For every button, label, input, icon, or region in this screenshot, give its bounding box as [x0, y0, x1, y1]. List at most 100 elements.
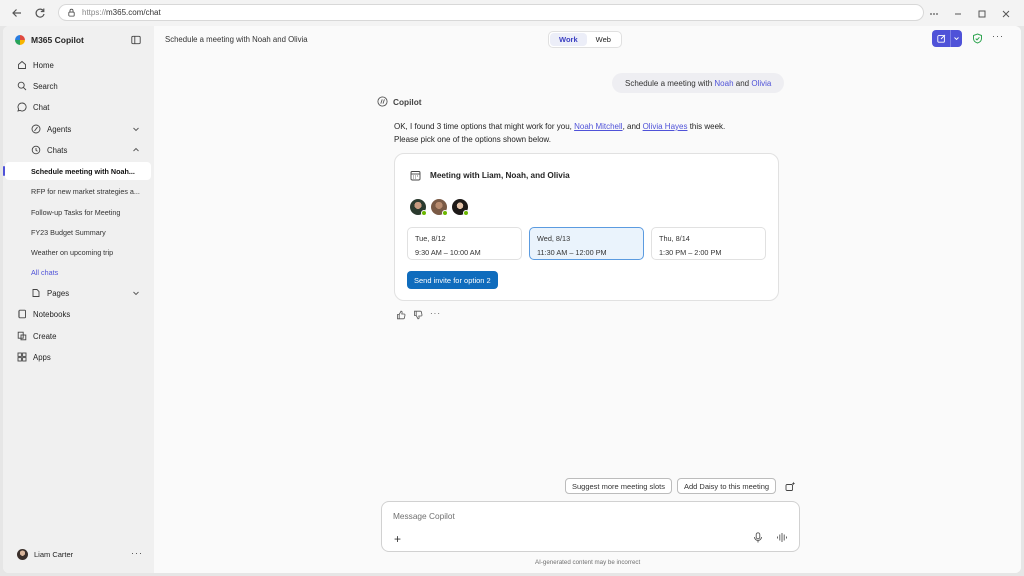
close-button[interactable] [994, 3, 1018, 25]
copilot-response-header: Copilot [377, 96, 422, 107]
chat-history-item[interactable]: Follow-up Tasks for Meeting [5, 203, 151, 221]
back-button[interactable] [6, 2, 28, 24]
user-message-bubble: Schedule a meeting with Noah and Olivia [612, 73, 785, 93]
response-text: Please pick one of the options shown bel… [394, 134, 551, 144]
window-controls [922, 3, 1018, 25]
mention-olivia[interactable]: Olivia [751, 79, 771, 88]
more-options-button[interactable]: ··· [992, 31, 1004, 41]
response-text: this week. [687, 122, 726, 131]
chat-main: Schedule a meeting with Noah and Olivia … [154, 26, 1021, 573]
sidebar-item-search[interactable]: Search [17, 78, 58, 94]
pages-icon [31, 288, 41, 298]
suggestion-chip[interactable]: Suggest more meeting slots [565, 478, 672, 494]
sidebar-item-label: Pages [47, 288, 70, 298]
thumbs-down-icon[interactable] [413, 310, 423, 320]
address-bar[interactable]: https://m365.com/chat [58, 4, 924, 21]
presence-icon [463, 210, 469, 216]
mention-noah[interactable]: Noah [714, 79, 733, 88]
sidebar-toggle-icon[interactable] [131, 35, 141, 45]
message-composer[interactable]: Message Copilot + [381, 501, 800, 552]
sidebar-item-label: Apps [33, 352, 51, 362]
prompt-suggestions-icon[interactable] [785, 481, 796, 492]
copilot-icon [377, 96, 388, 107]
page-title: Schedule a meeting with Noah and Olivia [165, 35, 308, 44]
apps-icon [17, 352, 27, 362]
chevron-down-icon[interactable] [132, 289, 140, 297]
time-option-selected[interactable]: Wed, 8/13 11:30 AM – 12:00 PM [529, 227, 644, 260]
avatar[interactable] [431, 199, 448, 216]
option-day: Thu, 8/14 [659, 234, 690, 243]
agents-icon [31, 124, 41, 134]
ai-disclaimer: AI-generated content may be incorrect [535, 559, 641, 566]
sidebar-item-label: Home [33, 60, 54, 70]
create-icon [17, 331, 27, 341]
chevron-down-icon[interactable] [132, 125, 140, 133]
new-chat-button[interactable] [932, 30, 962, 47]
voice-mode-icon[interactable] [776, 532, 788, 543]
add-attachment-button[interactable]: + [394, 532, 401, 546]
shield-check-icon[interactable] [972, 33, 983, 44]
person-link-olivia[interactable]: Olivia Hayes [643, 122, 688, 131]
option-time: 11:30 AM – 12:00 PM [537, 248, 607, 257]
attendee-avatars [410, 199, 473, 216]
tab-work[interactable]: Work [550, 33, 587, 46]
url-scheme: https:// [82, 8, 107, 17]
new-chat-icon[interactable] [932, 30, 951, 47]
chevron-down-icon[interactable] [951, 35, 962, 42]
suggestion-chip[interactable]: Add Daisy to this meeting [677, 478, 777, 494]
message-text: Schedule a meeting with [625, 78, 715, 88]
browser-toolbar: https://m365.com/chat [0, 0, 1024, 26]
thumbs-up-icon[interactable] [396, 310, 406, 320]
person-link-noah[interactable]: Noah Mitchell [574, 122, 622, 131]
user-more-button[interactable]: ··· [131, 548, 143, 558]
chat-history-item[interactable]: FY23 Budget Summary [5, 223, 151, 241]
chat-history-item[interactable]: RFP for new market strategies a... [5, 182, 151, 200]
option-time: 9:30 AM – 10:00 AM [415, 248, 481, 257]
copilot-response-text: OK, I found 3 time options that might wo… [394, 121, 794, 146]
user-profile[interactable]: Liam Carter [17, 549, 73, 560]
meeting-title: Meeting with Liam, Noah, and Olivia [430, 171, 570, 180]
response-more-button[interactable]: ··· [430, 309, 441, 318]
avatar[interactable] [452, 199, 469, 216]
minimize-button[interactable] [946, 3, 970, 25]
sidebar-item-label: Notebooks [33, 309, 71, 319]
sidebar-item-create[interactable]: Create [17, 328, 56, 344]
chevron-up-icon[interactable] [132, 146, 140, 154]
avatar[interactable] [410, 199, 427, 216]
calendar-icon [410, 171, 421, 181]
refresh-button[interactable] [29, 2, 51, 24]
sidebar-item-home[interactable]: Home [17, 57, 54, 73]
copilot-name: Copilot [393, 96, 422, 107]
more-horizontal-icon [930, 13, 938, 15]
send-invite-button[interactable]: Send invite for option 2 [407, 271, 498, 289]
chat-history-item[interactable]: Schedule meeting with Noah... [5, 162, 151, 180]
sidebar-item-pages[interactable]: Pages [31, 285, 69, 301]
time-option[interactable]: Thu, 8/14 1:30 PM – 2:00 PM [651, 227, 766, 260]
home-icon [17, 60, 27, 70]
message-input-placeholder[interactable]: Message Copilot [393, 511, 455, 521]
chat-history-item[interactable]: Weather on upcoming trip [5, 243, 151, 261]
tab-web[interactable]: Web [587, 33, 620, 46]
time-option[interactable]: Tue, 8/12 9:30 AM – 10:00 AM [407, 227, 522, 260]
sidebar-item-chat[interactable]: Chat [17, 99, 49, 115]
app-brand[interactable]: M365 Copilot [15, 35, 84, 45]
message-text: and [733, 78, 752, 88]
microphone-icon[interactable] [753, 532, 763, 543]
option-day: Wed, 8/13 [537, 234, 571, 243]
presence-icon [421, 210, 427, 216]
sidebar-item-apps[interactable]: Apps [17, 349, 51, 365]
response-text: OK, I found 3 time options that might wo… [394, 122, 575, 131]
notebook-icon [17, 309, 27, 319]
maximize-button[interactable] [970, 3, 994, 25]
sidebar-item-label: Chat [33, 102, 50, 112]
refresh-icon [35, 8, 45, 18]
browser-menu-button[interactable] [922, 3, 946, 25]
work-web-toggle: Work Web [548, 31, 622, 48]
sidebar-item-agents[interactable]: Agents [31, 121, 71, 137]
search-icon [17, 81, 27, 91]
all-chats-link[interactable]: All chats [5, 263, 151, 281]
maximize-icon [978, 10, 986, 18]
sidebar-item-notebooks[interactable]: Notebooks [17, 306, 70, 322]
sidebar-item-chats[interactable]: Chats [31, 142, 67, 158]
sidebar-item-label: Agents [47, 124, 72, 134]
